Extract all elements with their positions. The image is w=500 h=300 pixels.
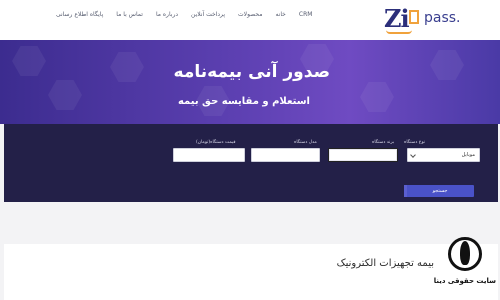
chevron-down-icon [410, 152, 416, 158]
brand-input-field[interactable] [329, 149, 397, 161]
nav-item-contact[interactable]: تماس با ما [116, 11, 143, 18]
hexagon-decoration [360, 82, 394, 112]
logo-swoosh-icon [386, 30, 412, 34]
hexagon-decoration [430, 50, 464, 80]
price-input-field[interactable] [174, 149, 244, 161]
nav-item-info-base[interactable]: پایگاه اطلاع رسانی [56, 11, 103, 18]
logo-wordmark: pass. [424, 10, 461, 26]
logo-accent-box [409, 10, 419, 24]
site-logo[interactable]: Zi pass. [384, 4, 476, 36]
price-label: قیمت دستگاه(تومان) [196, 140, 236, 145]
article-title: بیمه تجهیزات الکترونیک [336, 258, 434, 269]
price-input[interactable] [173, 148, 245, 162]
hero-subtitle: استعلام و مقایسه حق بیمه [177, 96, 310, 107]
brand-input[interactable] [328, 148, 398, 162]
nav-item-crm[interactable]: CRM [299, 11, 313, 18]
button-edge [404, 185, 407, 197]
badge-text: سایت حقوقی دینا [433, 277, 496, 285]
hexagon-decoration [12, 46, 46, 76]
logo-mark: Zi [384, 4, 410, 33]
pen-icon [460, 241, 470, 265]
device-type-select[interactable]: موبایل [407, 148, 480, 162]
device-type-label: نوع دستگاه [404, 140, 426, 145]
hexagon-decoration [48, 80, 82, 110]
device-type-value: موبایل [461, 152, 475, 158]
brand-label: برند دستگاه [372, 140, 395, 145]
nav-item-home[interactable]: خانه [275, 11, 285, 18]
site-watermark-badge: سایت حقوقی دینا [433, 233, 496, 297]
hero-banner: صدور آنی بیمه‌نامه استعلام و مقایسه حق ب… [0, 40, 500, 124]
content-section: بیمه تجهیزات الکترونیک [4, 244, 498, 300]
nav-item-about[interactable]: درباره ما [156, 11, 178, 18]
search-button[interactable]: جستجو [406, 185, 474, 197]
top-navigation: پایگاه اطلاع رسانی تماس با ما درباره ما … [0, 0, 500, 40]
model-input[interactable] [251, 148, 320, 162]
nav-links: پایگاه اطلاع رسانی تماس با ما درباره ما … [56, 11, 312, 18]
nav-item-online-payment[interactable]: پرداخت آنلاین [191, 11, 225, 18]
hero-title: صدور آنی بیمه‌نامه [173, 62, 330, 82]
nav-item-products[interactable]: محصولات [238, 11, 262, 18]
model-label: مدل دستگاه [294, 140, 317, 145]
model-input-field[interactable] [252, 149, 319, 161]
hexagon-decoration [110, 52, 144, 82]
